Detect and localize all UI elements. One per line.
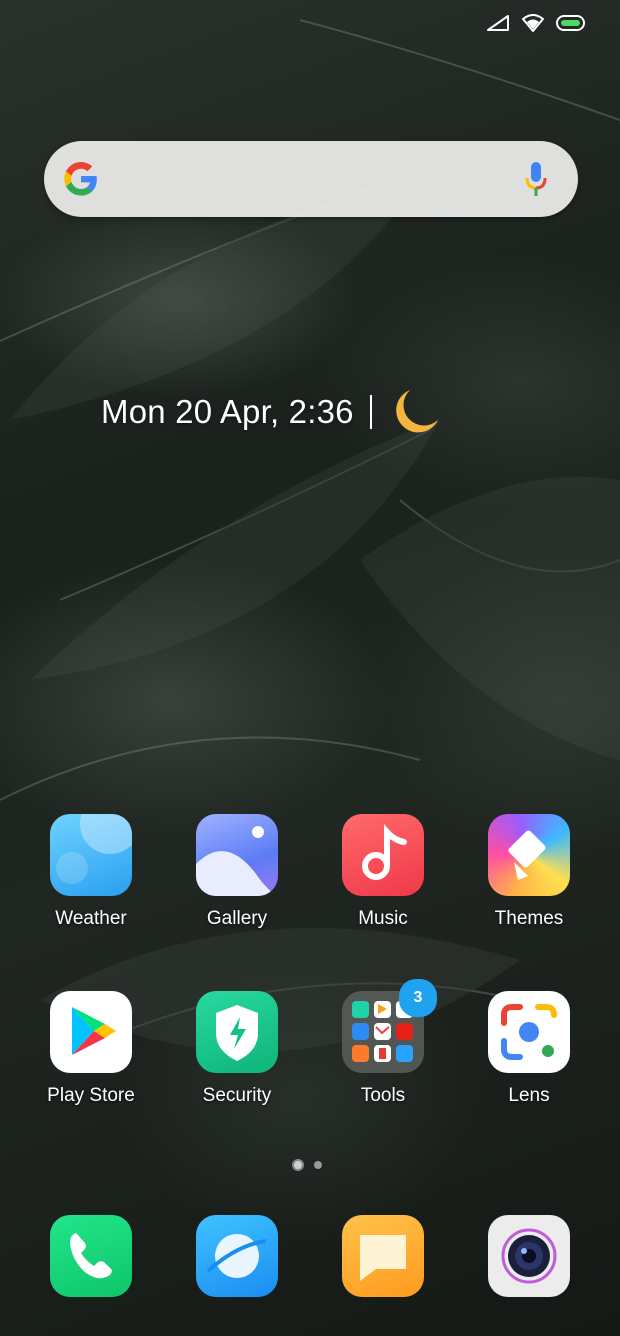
clock-widget[interactable]: Mon 20 Apr, 2:36 (101, 386, 442, 438)
app-gallery[interactable]: Gallery (167, 814, 307, 930)
dock-messages[interactable] (342, 1215, 424, 1297)
google-g-icon (64, 162, 97, 196)
music-note-icon (342, 814, 424, 896)
app-play-store[interactable]: Play Store (21, 991, 161, 1107)
phone-icon (50, 1215, 132, 1297)
page-indicator[interactable] (292, 1159, 322, 1171)
page-dot[interactable] (314, 1161, 322, 1169)
app-security[interactable]: Security (167, 991, 307, 1107)
messages-icon (342, 1215, 424, 1297)
gallery-icon (196, 814, 278, 896)
clock-separator (369, 395, 372, 429)
signal-icon (487, 15, 509, 31)
google-search-bar[interactable] (44, 141, 578, 217)
app-label: Weather (55, 908, 127, 929)
battery-icon (556, 15, 585, 31)
microphone-icon[interactable] (524, 161, 548, 197)
app-label: Tools (360, 1085, 406, 1106)
app-label: Play Store (47, 1085, 135, 1106)
app-music[interactable]: Music (313, 814, 453, 930)
themes-brush-icon (488, 814, 570, 896)
app-lens[interactable]: Lens (459, 991, 599, 1107)
dock-camera[interactable] (488, 1215, 570, 1297)
security-shield-icon (196, 991, 278, 1073)
app-weather[interactable]: Weather (21, 814, 161, 930)
play-store-icon (50, 991, 132, 1073)
weather-icon (50, 814, 132, 896)
page-dot-active[interactable] (292, 1159, 304, 1171)
app-themes[interactable]: Themes (459, 814, 599, 930)
app-label: Music (358, 908, 408, 929)
lens-icon (488, 991, 570, 1073)
status-bar (486, 14, 586, 32)
app-label: Gallery (206, 908, 268, 929)
date-time-text: Mon 20 Apr, 2:36 (101, 393, 354, 430)
app-label: Security (202, 1085, 272, 1106)
dock-browser[interactable] (196, 1215, 278, 1297)
browser-icon (196, 1215, 278, 1297)
wifi-icon (522, 14, 544, 32)
search-input[interactable] (124, 159, 478, 201)
notification-badge: 3 (399, 979, 437, 1017)
crescent-moon-icon (395, 390, 438, 433)
camera-icon (488, 1215, 570, 1297)
dock-phone[interactable] (50, 1215, 132, 1297)
app-label: Themes (494, 908, 564, 929)
app-label: Lens (508, 1085, 550, 1106)
